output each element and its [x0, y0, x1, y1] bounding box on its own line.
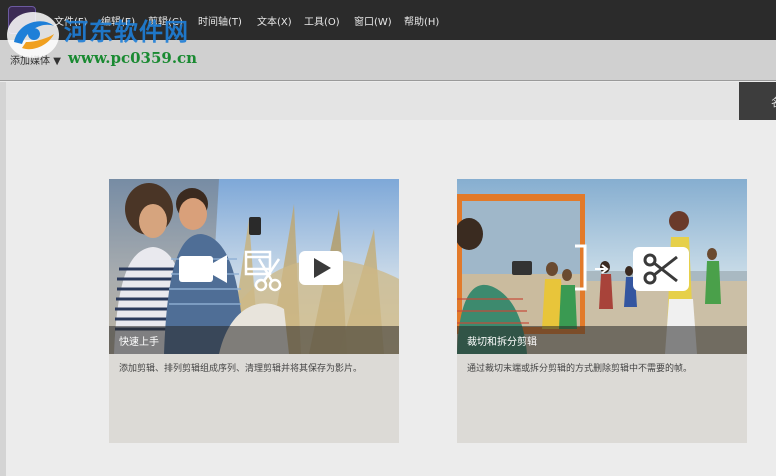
left-rule	[0, 82, 6, 476]
card-trim-split[interactable]: 裁切和拆分剪辑 通过裁切末端或拆分剪辑的方式删除剪辑中不需要的帧。	[457, 179, 747, 443]
card-title: 裁切和拆分剪辑	[467, 337, 537, 348]
card-title: 快速上手	[119, 337, 159, 348]
menu-window[interactable]: 窗口(W)	[354, 13, 392, 28]
watermark-title: 河东软件网	[64, 18, 189, 46]
menu-help[interactable]: 帮助(H)	[404, 13, 439, 28]
watermark-url: www.pc0359.cn	[68, 49, 198, 67]
menu-text[interactable]: 文本(X)	[257, 13, 292, 28]
menu-tools[interactable]: 工具(O)	[304, 13, 340, 28]
card-quick-start[interactable]: 快速上手 添加剪辑、排列剪辑组成序列、清理剪辑并将其保存为影片。	[109, 179, 399, 443]
menu-timeline[interactable]: 时间轴(T)	[198, 13, 242, 28]
watermark-logo-icon	[7, 12, 59, 58]
corner-button[interactable]: 名	[739, 82, 776, 120]
corner-button-label: 名	[771, 94, 776, 110]
card-description: 通过裁切末端或拆分剪辑的方式删除剪辑中不需要的帧。	[467, 364, 693, 374]
card-description: 添加剪辑、排列剪辑组成序列、清理剪辑并将其保存为影片。	[119, 364, 363, 374]
content-header-strip	[6, 82, 776, 120]
